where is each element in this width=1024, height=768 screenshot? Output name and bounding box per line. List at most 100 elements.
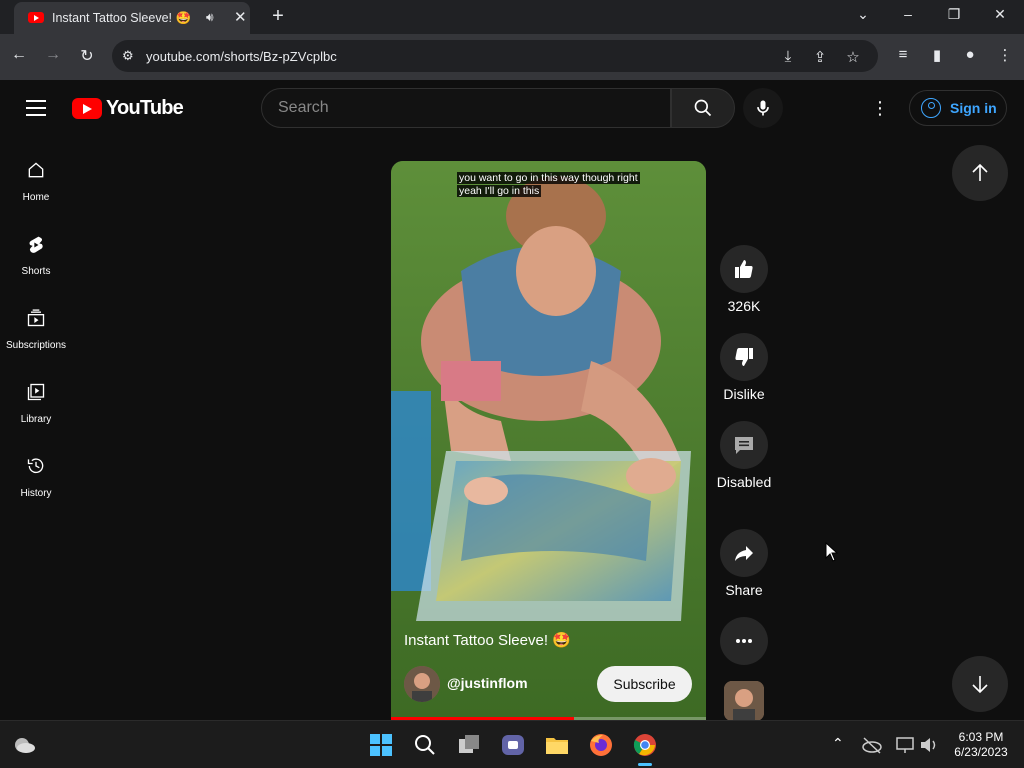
tab-audio-icon[interactable]: 🔊︎ (206, 10, 214, 25)
channel-avatar-image (404, 666, 440, 702)
more-actions-button[interactable] (720, 617, 768, 665)
share-icon (735, 546, 753, 561)
teams-chat-icon[interactable] (499, 731, 527, 759)
channel-handle[interactable]: @justinflom (447, 675, 528, 691)
sidebar-label-shorts: Shorts (21, 266, 51, 277)
windows-taskbar: ⌃ 6:03 PM 6/23/2023 (0, 720, 1024, 768)
sign-in-label: Sign in (950, 100, 997, 116)
clock-time: 6:03 PM (958, 730, 1004, 744)
chrome-active-indicator (638, 763, 652, 766)
install-app-icon[interactable]: ⤓ (778, 48, 798, 65)
shorts-icon (29, 236, 43, 253)
history-icon (27, 458, 44, 474)
browser-toolbar: ← → ↻ ⚙︎ youtube.com/shorts/Bz-pZVcplbc … (0, 34, 1024, 80)
subscribe-button[interactable]: Subscribe (597, 666, 692, 702)
video-title[interactable]: Instant Tattoo Sleeve! 🤩 (404, 631, 571, 649)
window-close-icon[interactable]: ✕ (990, 6, 1010, 23)
youtube-header: YouTube ⋮ Sign in (0, 80, 1024, 136)
back-arrow-icon[interactable]: ← (8, 46, 30, 64)
sidebar-item-home[interactable]: Home (0, 154, 72, 224)
show-hidden-icons-chevron-icon[interactable]: ⌃ (832, 735, 844, 752)
voice-search-button[interactable] (743, 88, 783, 128)
tab-search-chevron-icon[interactable]: ⌄ (853, 6, 873, 23)
firefox-icon[interactable] (587, 731, 615, 759)
tab-title: Instant Tattoo Sleeve! 🤩 (52, 11, 192, 25)
dislike-label: Dislike (723, 386, 765, 402)
volume-icon[interactable] (918, 735, 940, 755)
mouse-cursor-icon (825, 542, 839, 562)
youtube-favicon-icon (28, 12, 44, 23)
share-label: Share (725, 582, 763, 598)
chrome-icon[interactable] (631, 731, 659, 759)
arrow-up-icon (972, 163, 988, 181)
network-icon[interactable] (894, 735, 916, 755)
profile-icon[interactable]: ● (960, 46, 980, 63)
task-view-icon[interactable] (455, 731, 483, 759)
restore-icon[interactable]: ❐ (944, 6, 964, 23)
share-page-icon[interactable]: ⇪ (810, 48, 830, 66)
thumbs-up-icon (735, 260, 753, 278)
next-video-button[interactable] (952, 656, 1008, 712)
browser-tab-strip: Instant Tattoo Sleeve! 🤩 🔊︎ ✕ + ⌄ – ❐ ✕ (0, 0, 1024, 34)
system-clock[interactable]: 6:03 PM 6/23/2023 (946, 730, 1016, 760)
weather-widget-icon[interactable] (10, 731, 38, 759)
dislike-button[interactable] (720, 333, 768, 381)
account-icon (921, 98, 941, 118)
short-video-player[interactable]: you want to go in this way though right … (391, 161, 706, 720)
sidebar-label-history: History (20, 488, 52, 499)
settings-kebab-icon[interactable]: ⋮ (868, 96, 892, 120)
taskbar-search-icon[interactable] (411, 731, 439, 759)
channel-thumbnail[interactable] (724, 681, 764, 721)
channel-avatar[interactable] (404, 666, 440, 702)
tab-close-icon[interactable]: ✕ (234, 8, 247, 26)
windows-start-icon[interactable] (367, 731, 395, 759)
youtube-logo-icon[interactable] (72, 98, 102, 119)
minimize-icon[interactable]: – (898, 6, 918, 22)
search-button[interactable] (671, 88, 735, 128)
sidebar-label-home: Home (22, 192, 50, 203)
sidebar-item-library[interactable]: Library (0, 376, 72, 446)
search-input[interactable] (278, 98, 658, 118)
like-count: 326K (727, 298, 761, 314)
chrome-menu-icon[interactable]: ⋮ (995, 46, 1015, 64)
bookmark-star-icon[interactable]: ☆ (843, 48, 863, 66)
url-text: youtube.com/shorts/Bz-pZVcplbc (146, 49, 337, 64)
library-icon (27, 383, 45, 401)
browser-tab[interactable]: Instant Tattoo Sleeve! 🤩 🔊︎ ✕ (14, 2, 250, 34)
sidebar-label-library: Library (20, 414, 52, 425)
comments-button[interactable] (720, 421, 768, 469)
home-icon (28, 162, 44, 178)
address-bar[interactable]: ⚙︎ youtube.com/shorts/Bz-pZVcplbc ⤓ ⇪ ☆ (112, 40, 878, 72)
sidebar-item-subscriptions[interactable]: Subscriptions (0, 302, 72, 372)
forward-arrow-icon[interactable]: → (42, 46, 64, 64)
more-horizontal-icon (736, 639, 752, 643)
reload-icon[interactable]: ↻ (76, 46, 98, 66)
subscriptions-icon (27, 309, 45, 327)
caption-line-1: you want to go in this way though right (457, 172, 640, 184)
share-button[interactable] (720, 529, 768, 577)
sidebar-item-shorts[interactable]: Shorts (0, 228, 72, 298)
side-panel-icon[interactable]: ▮ (927, 46, 947, 64)
thumbs-down-icon (735, 348, 753, 366)
media-controls-icon[interactable]: ≡ (893, 46, 913, 63)
file-explorer-icon[interactable] (543, 731, 571, 759)
site-info-icon[interactable]: ⚙︎ (122, 48, 134, 64)
sign-in-button[interactable]: Sign in (909, 90, 1007, 126)
search-box[interactable] (261, 88, 671, 128)
clock-date: 6/23/2023 (954, 745, 1008, 759)
youtube-wordmark[interactable]: YouTube (106, 97, 184, 120)
comment-icon (735, 437, 753, 454)
onedrive-cloud-icon[interactable] (861, 735, 883, 755)
new-tab-button[interactable]: + (266, 4, 290, 28)
previous-video-button[interactable] (952, 145, 1008, 201)
microphone-icon (757, 100, 769, 116)
arrow-down-icon (972, 676, 988, 694)
like-button[interactable] (720, 245, 768, 293)
comments-disabled-label: Disabled (716, 474, 772, 490)
menu-hamburger-icon[interactable] (26, 100, 46, 116)
video-caption: you want to go in this way though right … (457, 172, 647, 198)
caption-line-2: yeah I'll go in this (457, 185, 542, 197)
sidebar-label-subscriptions: Subscriptions (5, 340, 67, 351)
sidebar-item-history[interactable]: History (0, 450, 72, 520)
channel-thumbnail-image (724, 681, 764, 721)
